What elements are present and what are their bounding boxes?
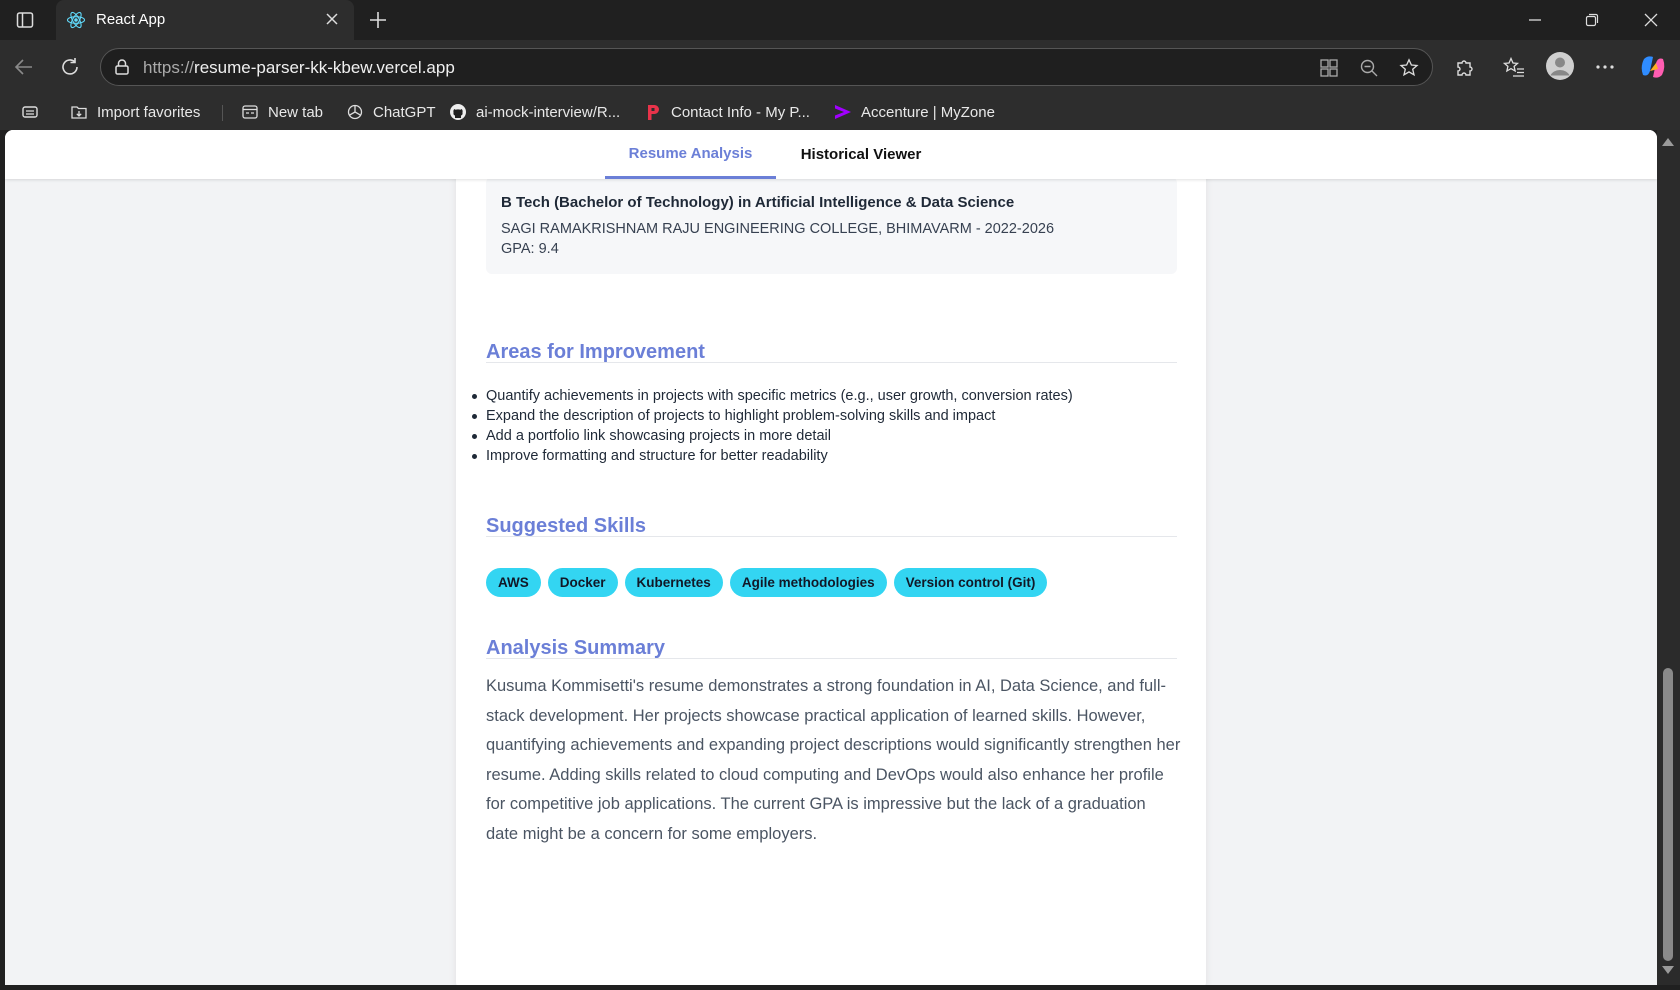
bookmark-new-tab[interactable]: New tab	[240, 101, 323, 123]
chatgpt-icon	[345, 102, 365, 122]
list-item: Add a portfolio link showcasing projects…	[472, 426, 1073, 446]
favorites-list-icon[interactable]	[1501, 54, 1527, 80]
analysis-card: B Tech (Bachelor of Technology) in Artif…	[456, 160, 1206, 985]
scroll-down-arrow-icon[interactable]	[1662, 966, 1674, 974]
skills-chips: AWS Docker Kubernetes Agile methodologie…	[486, 568, 1048, 597]
list-item: Quantify achievements in projects with s…	[472, 388, 1073, 404]
more-options-icon[interactable]	[1592, 54, 1618, 80]
minimize-icon[interactable]	[1525, 10, 1545, 30]
improvement-title: Areas for Improvement	[486, 341, 705, 363]
p-logo-icon	[643, 102, 663, 122]
app-nav-tabs: Resume Analysis Historical Viewer	[5, 130, 1657, 179]
browser-toolbar: https://resume-parser-kk-kbew.vercel.app	[0, 40, 1680, 94]
title-bar: React App	[0, 0, 1680, 40]
page-scrollbar[interactable]	[1657, 130, 1680, 985]
restore-icon[interactable]	[1582, 10, 1602, 30]
bookmark-contact-info[interactable]: Contact Info - My P...	[643, 101, 810, 123]
skill-chip: AWS	[486, 568, 541, 597]
new-tab-plus-icon[interactable]	[366, 8, 390, 32]
education-gpa: GPA: 9.4	[501, 241, 559, 257]
bookmarks-menu-icon[interactable]	[20, 101, 40, 123]
skill-chip: Version control (Git)	[893, 568, 1048, 597]
app-available-icon[interactable]	[1318, 57, 1340, 79]
summary-title: Analysis Summary	[486, 637, 665, 659]
scrollbar-thumb[interactable]	[1663, 668, 1673, 961]
address-bar[interactable]: https://resume-parser-kk-kbew.vercel.app	[100, 48, 1433, 86]
close-tab-icon[interactable]	[322, 9, 342, 29]
page-viewport: B Tech (Bachelor of Technology) in Artif…	[5, 130, 1657, 985]
tab-title: React App	[96, 11, 166, 28]
skill-chip: Docker	[547, 568, 618, 597]
extensions-puzzle-icon[interactable]	[1452, 54, 1478, 80]
bookmark-chatgpt[interactable]: ChatGPT	[345, 101, 436, 123]
close-window-icon[interactable]	[1641, 10, 1661, 30]
back-arrow-icon[interactable]	[11, 54, 37, 80]
education-degree: B Tech (Bachelor of Technology) in Artif…	[501, 194, 1015, 211]
education-entry: B Tech (Bachelor of Technology) in Artif…	[486, 177, 1177, 274]
lock-icon[interactable]	[113, 58, 131, 76]
url-text: https://resume-parser-kk-kbew.vercel.app	[143, 58, 455, 77]
browser-tab[interactable]: React App	[56, 0, 354, 40]
bookmark-import-favorites[interactable]: Import favorites	[69, 101, 200, 123]
skills-title: Suggested Skills	[486, 515, 647, 537]
react-logo-icon	[66, 10, 86, 30]
github-icon	[448, 102, 468, 122]
tab-historical-viewer[interactable]: Historical Viewer	[776, 130, 946, 179]
skill-chip: Agile methodologies	[729, 568, 887, 597]
bookmarks-separator	[222, 105, 223, 121]
profile-avatar-icon[interactable]	[1544, 50, 1576, 82]
reload-icon[interactable]	[57, 54, 83, 80]
bookmark-ai-mock-interview[interactable]: ai-mock-interview/R...	[448, 101, 620, 123]
accenture-icon	[833, 102, 853, 122]
new-tab-icon	[240, 102, 260, 122]
copilot-icon[interactable]	[1638, 52, 1668, 82]
list-item: Expand the description of projects to hi…	[472, 406, 1073, 426]
improvement-list: Quantify achievements in projects with s…	[472, 386, 1073, 466]
skill-chip: Kubernetes	[624, 568, 723, 597]
list-item: Improve formatting and structure for bet…	[472, 446, 1073, 466]
scroll-up-arrow-icon[interactable]	[1662, 138, 1674, 146]
sidebar-toggle-icon[interactable]	[14, 9, 36, 31]
zoom-out-icon[interactable]	[1358, 57, 1380, 79]
summary-text: Kusuma Kommisetti's resume demonstrates …	[486, 677, 1181, 843]
education-school: SAGI RAMAKRISHNAM RAJU ENGINEERING COLLE…	[501, 221, 1055, 237]
favorite-star-icon[interactable]	[1398, 57, 1420, 79]
import-icon	[69, 102, 89, 122]
bookmarks-bar: Import favorites New tab ChatGPT ai-mock…	[0, 94, 1680, 130]
tab-resume-analysis[interactable]: Resume Analysis	[605, 130, 776, 179]
bookmark-accenture[interactable]: Accenture | MyZone	[833, 101, 995, 123]
